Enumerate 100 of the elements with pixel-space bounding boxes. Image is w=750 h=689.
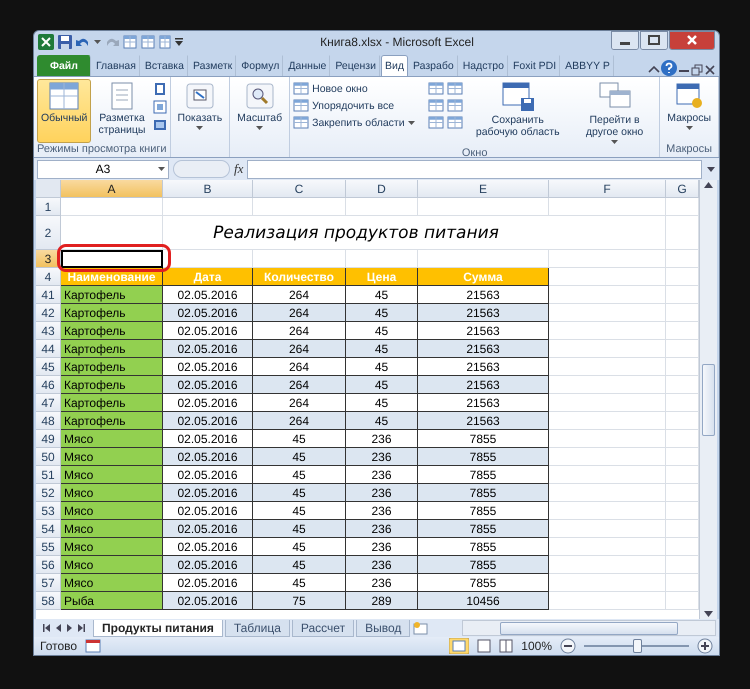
window-icon[interactable] xyxy=(293,82,310,95)
window-menu-item[interactable]: Закрепить области xyxy=(293,116,415,129)
insert-function-button[interactable]: fx xyxy=(234,161,244,177)
window-icon[interactable] xyxy=(293,116,310,129)
side-by-side-icon[interactable] xyxy=(446,82,463,95)
help-icon[interactable] xyxy=(661,60,677,76)
row-header[interactable]: 54 xyxy=(36,520,61,538)
row-header[interactable]: 2 xyxy=(36,216,61,250)
macros-icon[interactable] xyxy=(674,82,704,110)
view-mode-button[interactable]: Разметка страницы xyxy=(94,79,150,143)
file-tab[interactable]: Файл xyxy=(37,55,91,76)
reset-position-icon[interactable] xyxy=(446,116,463,129)
macro-record-icon[interactable] xyxy=(85,639,102,653)
save-icon[interactable] xyxy=(58,35,72,49)
next-sheet-icon[interactable] xyxy=(67,624,72,632)
sync-scroll-icon[interactable] xyxy=(446,99,463,112)
caret-icon[interactable] xyxy=(94,40,101,44)
magnifier-icon[interactable] xyxy=(244,82,275,110)
first-sheet-icon[interactable] xyxy=(43,624,50,632)
custom-view-icon[interactable] xyxy=(152,100,167,114)
row-header[interactable]: 44 xyxy=(36,340,61,358)
save-workspace-button[interactable]: Сохранить рабочую область xyxy=(466,79,570,147)
row-header[interactable]: 57 xyxy=(36,574,61,592)
row-header[interactable]: 53 xyxy=(36,502,61,520)
row-header[interactable]: 41 xyxy=(36,286,61,304)
grid-icon[interactable] xyxy=(49,82,80,110)
zoom-slider[interactable] xyxy=(632,639,642,653)
macros-button[interactable]: Макросы xyxy=(663,79,715,143)
column-header[interactable]: F xyxy=(549,180,666,198)
sheet-tab[interactable]: Вывод xyxy=(356,620,410,636)
page-break-icon[interactable] xyxy=(152,82,167,96)
zoom-out-icon[interactable] xyxy=(560,638,576,654)
page-break-icon[interactable] xyxy=(499,639,514,653)
sheet-icon[interactable] xyxy=(159,35,171,49)
column-header[interactable]: D xyxy=(346,180,418,198)
row-header[interactable]: 50 xyxy=(36,448,61,466)
row-header[interactable]: 58 xyxy=(36,592,61,610)
row-header[interactable]: 47 xyxy=(36,394,61,412)
row-header[interactable]: 43 xyxy=(36,322,61,340)
page-layout-icon[interactable] xyxy=(477,639,492,653)
sheet-icon[interactable] xyxy=(123,35,137,49)
window-menu-item[interactable]: Новое окно xyxy=(293,82,415,95)
caret-icon[interactable] xyxy=(256,126,264,130)
selected-cell[interactable] xyxy=(61,250,163,268)
customize-icon[interactable] xyxy=(175,38,183,46)
hide-icon[interactable] xyxy=(428,99,444,112)
scroll-thumb[interactable] xyxy=(500,622,678,634)
show-button[interactable]: Показать xyxy=(174,79,226,157)
unhide-icon[interactable] xyxy=(428,116,444,129)
row-header[interactable]: 4 xyxy=(36,268,61,286)
scroll-down-icon[interactable] xyxy=(704,611,713,617)
scroll-up-icon[interactable] xyxy=(704,182,713,188)
window-icon[interactable] xyxy=(293,99,310,112)
row-header[interactable]: 1 xyxy=(36,198,61,216)
zoom-button[interactable]: Масштаб xyxy=(233,79,286,157)
column-header[interactable]: E xyxy=(418,180,549,198)
show-icon[interactable] xyxy=(184,82,215,110)
full-screen-icon[interactable] xyxy=(152,118,167,132)
maximize-icon[interactable] xyxy=(640,31,668,50)
excel-icon[interactable] xyxy=(38,34,54,50)
row-header[interactable]: 42 xyxy=(36,304,61,322)
sheet-tab[interactable]: Рассчет xyxy=(292,620,354,636)
zoom-in-icon[interactable] xyxy=(697,638,713,654)
row-header[interactable]: 45 xyxy=(36,358,61,376)
name-box[interactable]: A3 xyxy=(37,160,169,178)
split-icon[interactable] xyxy=(428,82,444,95)
restore-icon[interactable] xyxy=(691,64,703,76)
switch-window-button[interactable]: Перейти в другое окно xyxy=(572,79,656,147)
sheet-tab[interactable]: Продукты питания xyxy=(93,620,223,636)
close-icon[interactable] xyxy=(669,31,715,50)
caret-icon[interactable] xyxy=(611,140,618,144)
new-sheet-icon[interactable] xyxy=(412,621,430,635)
row-header[interactable]: 52 xyxy=(36,484,61,502)
ribbon-tab[interactable]: Вид xyxy=(380,55,408,76)
last-sheet-icon[interactable] xyxy=(78,624,85,632)
expand-icon[interactable] xyxy=(706,164,716,174)
view-mode-button[interactable]: Обычный xyxy=(37,79,92,143)
workspace-icon[interactable] xyxy=(500,82,535,112)
minimize-icon[interactable] xyxy=(611,31,639,50)
row-header[interactable]: 49 xyxy=(36,430,61,448)
column-header[interactable]: A xyxy=(61,180,163,198)
column-header[interactable]: C xyxy=(253,180,346,198)
caret-icon[interactable] xyxy=(158,166,165,170)
close-icon[interactable] xyxy=(704,64,716,76)
caret-icon[interactable] xyxy=(686,126,693,130)
sheet-tab[interactable]: Таблица xyxy=(224,620,290,636)
column-header[interactable]: G xyxy=(666,180,699,198)
prev-sheet-icon[interactable] xyxy=(56,624,61,632)
window-menu-item[interactable]: Упорядочить все xyxy=(293,99,415,112)
row-header[interactable]: 55 xyxy=(36,538,61,556)
sheet-icon[interactable] xyxy=(141,35,155,49)
row-header[interactable]: 46 xyxy=(36,376,61,394)
normal-view-icon[interactable] xyxy=(449,638,470,654)
row-header[interactable]: 56 xyxy=(36,556,61,574)
scroll-thumb[interactable] xyxy=(702,364,715,436)
row-header[interactable]: 48 xyxy=(36,412,61,430)
column-header[interactable]: B xyxy=(163,180,253,198)
caret-icon[interactable] xyxy=(196,126,204,130)
row-header[interactable]: 51 xyxy=(36,466,61,484)
formula-field[interactable] xyxy=(247,160,702,178)
